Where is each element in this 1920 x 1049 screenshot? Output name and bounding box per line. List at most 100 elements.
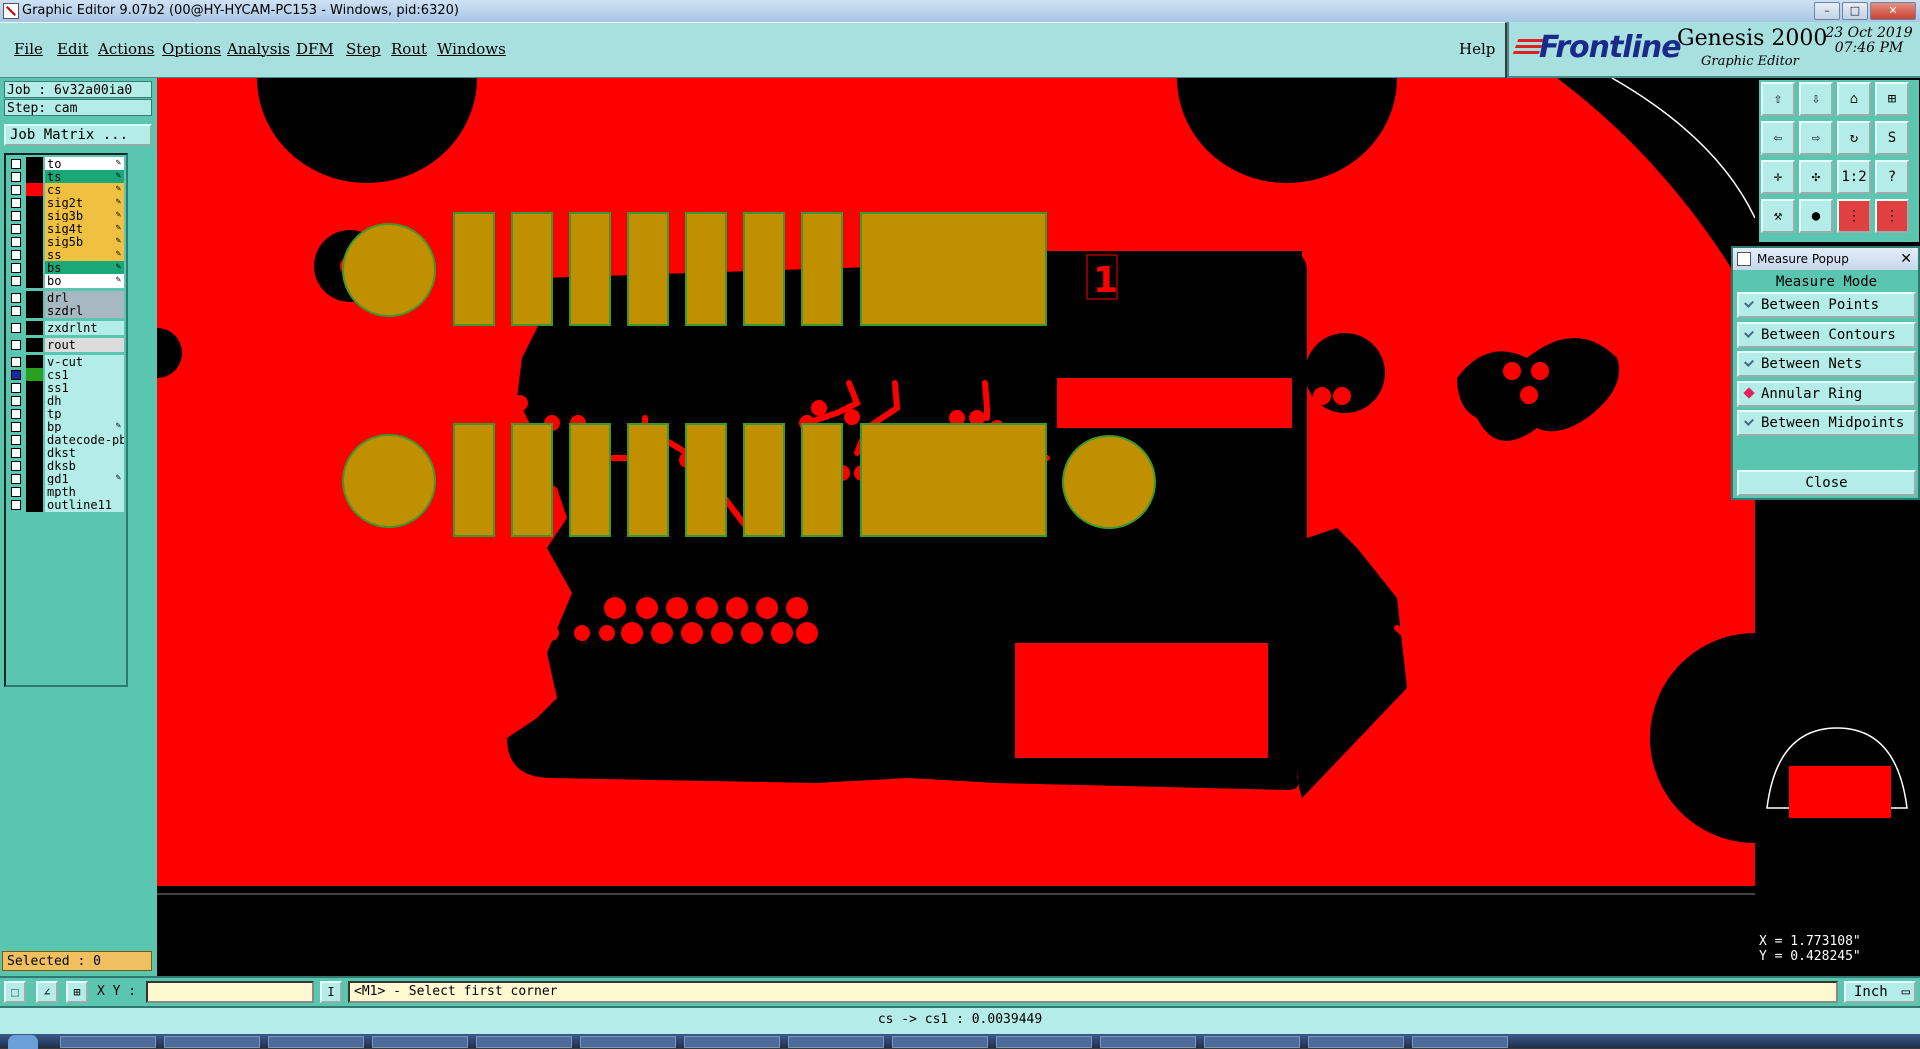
layer-name[interactable]: cs1 xyxy=(45,368,124,382)
pcb-view[interactable]: 1 xyxy=(157,78,1755,976)
layer-checkbox[interactable] xyxy=(11,250,21,260)
layer-name[interactable]: mpth xyxy=(45,485,124,499)
layer-name[interactable]: drl xyxy=(45,291,124,305)
layer-name[interactable]: sig2t xyxy=(45,196,124,210)
layer-row-bo[interactable]: bo ✎ xyxy=(8,274,124,288)
measure-option-between-points[interactable]: Between Points xyxy=(1737,292,1916,318)
menu-step[interactable]: Step xyxy=(346,40,381,58)
measure-option-between-nets[interactable]: Between Nets xyxy=(1737,351,1916,377)
layer-name[interactable]: sig3b xyxy=(45,209,124,223)
layer-name[interactable]: dkst xyxy=(45,446,124,460)
layer-row-ss1[interactable]: ss1 xyxy=(8,381,124,395)
layer-checkbox[interactable] xyxy=(11,474,21,484)
layer-row-bp[interactable]: bp ✎ xyxy=(8,420,124,434)
layer-name[interactable]: ss xyxy=(45,248,124,262)
zoom-in-button[interactable]: ✛ xyxy=(1761,160,1795,194)
minimize-button[interactable]: – xyxy=(1814,2,1840,20)
close-window-button[interactable]: ✕ xyxy=(1870,2,1916,20)
layer-color-swatch[interactable] xyxy=(26,248,43,262)
layer-name[interactable]: ts xyxy=(45,170,124,184)
menu-dfm[interactable]: DFM xyxy=(296,40,334,58)
layer-name[interactable]: bo xyxy=(45,274,124,288)
layer-checkbox[interactable] xyxy=(11,409,21,419)
layer-name[interactable]: v-cut xyxy=(45,355,124,369)
layer-checkbox[interactable] xyxy=(11,159,21,169)
net-compare-button[interactable]: ⋮ xyxy=(1875,199,1909,233)
home-button[interactable]: ⌂ xyxy=(1837,82,1871,116)
taskbar-item[interactable] xyxy=(372,1036,468,1048)
layer-row-cs1[interactable]: cs1 xyxy=(8,368,124,382)
layer-color-swatch[interactable] xyxy=(26,321,43,335)
layer-checkbox[interactable] xyxy=(11,422,21,432)
layer-row-outline11[interactable]: outline11 xyxy=(8,498,124,512)
xy-input[interactable] xyxy=(146,981,314,1003)
redraw-button[interactable]: ↻ xyxy=(1837,121,1871,155)
close-icon[interactable]: ✕ xyxy=(1900,248,1912,270)
menu-rout[interactable]: Rout xyxy=(391,40,427,58)
grid-toggle-button[interactable]: ⊞ xyxy=(66,981,88,1003)
layer-name[interactable]: dh xyxy=(45,394,124,408)
layer-row-v-cut[interactable]: v-cut xyxy=(8,355,124,369)
taskbar-item[interactable] xyxy=(580,1036,676,1048)
measure-option-between-midpoints[interactable]: Between Midpoints xyxy=(1737,410,1916,436)
taskbar-item[interactable] xyxy=(684,1036,780,1048)
layer-checkbox[interactable] xyxy=(11,396,21,406)
layer-row-rout[interactable]: rout xyxy=(8,338,124,352)
menu-windows[interactable]: Windows xyxy=(437,40,506,58)
layer-name[interactable]: sig4t xyxy=(45,222,124,236)
layer-name[interactable]: datecode-pb xyxy=(45,433,124,447)
menu-edit[interactable]: Edit xyxy=(57,40,88,58)
layer-checkbox[interactable] xyxy=(11,383,21,393)
layer-color-swatch[interactable] xyxy=(26,472,43,486)
layer-checkbox[interactable] xyxy=(11,370,21,380)
layer-color-swatch[interactable] xyxy=(26,274,43,288)
maximize-button[interactable]: □ xyxy=(1842,2,1868,20)
layer-row-sig2t[interactable]: sig2t ✎ xyxy=(8,196,124,210)
layer-name[interactable]: outline11 xyxy=(45,498,124,512)
unit-selector[interactable]: Inch ▭ xyxy=(1844,981,1916,1003)
layer-checkbox[interactable] xyxy=(11,276,21,286)
layer-name[interactable]: gd1 xyxy=(45,472,124,486)
layer-row-dh[interactable]: dh xyxy=(8,394,124,408)
layer-row-ss[interactable]: ss ✎ xyxy=(8,248,124,262)
layer-color-swatch[interactable] xyxy=(26,368,43,382)
layer-row-sig4t[interactable]: sig4t ✎ xyxy=(8,222,124,236)
layer-color-swatch[interactable] xyxy=(26,459,43,473)
layer-color-swatch[interactable] xyxy=(26,196,43,210)
layer-row-ts[interactable]: ts ✎ xyxy=(8,170,124,184)
layer-row-drl[interactable]: drl xyxy=(8,291,124,305)
menu-actions[interactable]: Actions xyxy=(98,40,154,58)
layer-row-tp[interactable]: tp xyxy=(8,407,124,421)
pan-up-button[interactable]: ⇧ xyxy=(1761,82,1795,116)
layer-name[interactable]: dksb xyxy=(45,459,124,473)
layer-checkbox[interactable] xyxy=(11,211,21,221)
overview-map[interactable] xyxy=(1757,668,1917,828)
taskbar-item[interactable] xyxy=(1204,1036,1300,1048)
taskbar-item[interactable] xyxy=(1100,1036,1196,1048)
fit-button[interactable]: ⊞ xyxy=(1875,82,1909,116)
layer-checkbox[interactable] xyxy=(11,293,21,303)
zoom-1-2-button[interactable]: 1:2 xyxy=(1837,160,1871,194)
layer-color-swatch[interactable] xyxy=(26,394,43,408)
taskbar-item[interactable] xyxy=(60,1036,156,1048)
layer-checkbox[interactable] xyxy=(11,323,21,333)
menu-file[interactable]: File xyxy=(14,40,43,58)
layer-color-swatch[interactable] xyxy=(26,235,43,249)
layer-color-swatch[interactable] xyxy=(26,304,43,318)
layer-color-swatch[interactable] xyxy=(26,338,43,352)
layer-color-swatch[interactable] xyxy=(26,420,43,434)
text-cursor-button[interactable]: I xyxy=(320,981,342,1003)
layer-checkbox[interactable] xyxy=(11,340,21,350)
layer-checkbox[interactable] xyxy=(11,263,21,273)
layer-row-bs[interactable]: bs ✎ xyxy=(8,261,124,275)
layer-name[interactable]: sig5b xyxy=(45,235,124,249)
layer-row-mpth[interactable]: mpth xyxy=(8,485,124,499)
layer-checkbox[interactable] xyxy=(11,435,21,445)
layer-checkbox[interactable] xyxy=(11,237,21,247)
layer-color-swatch[interactable] xyxy=(26,183,43,197)
layer-color-swatch[interactable] xyxy=(26,157,43,171)
pan-down-button[interactable]: ⇩ xyxy=(1799,82,1833,116)
layer-row-to[interactable]: to ✎ xyxy=(8,157,124,171)
taskbar-item[interactable] xyxy=(1308,1036,1404,1048)
layer-name[interactable]: bs xyxy=(45,261,124,275)
